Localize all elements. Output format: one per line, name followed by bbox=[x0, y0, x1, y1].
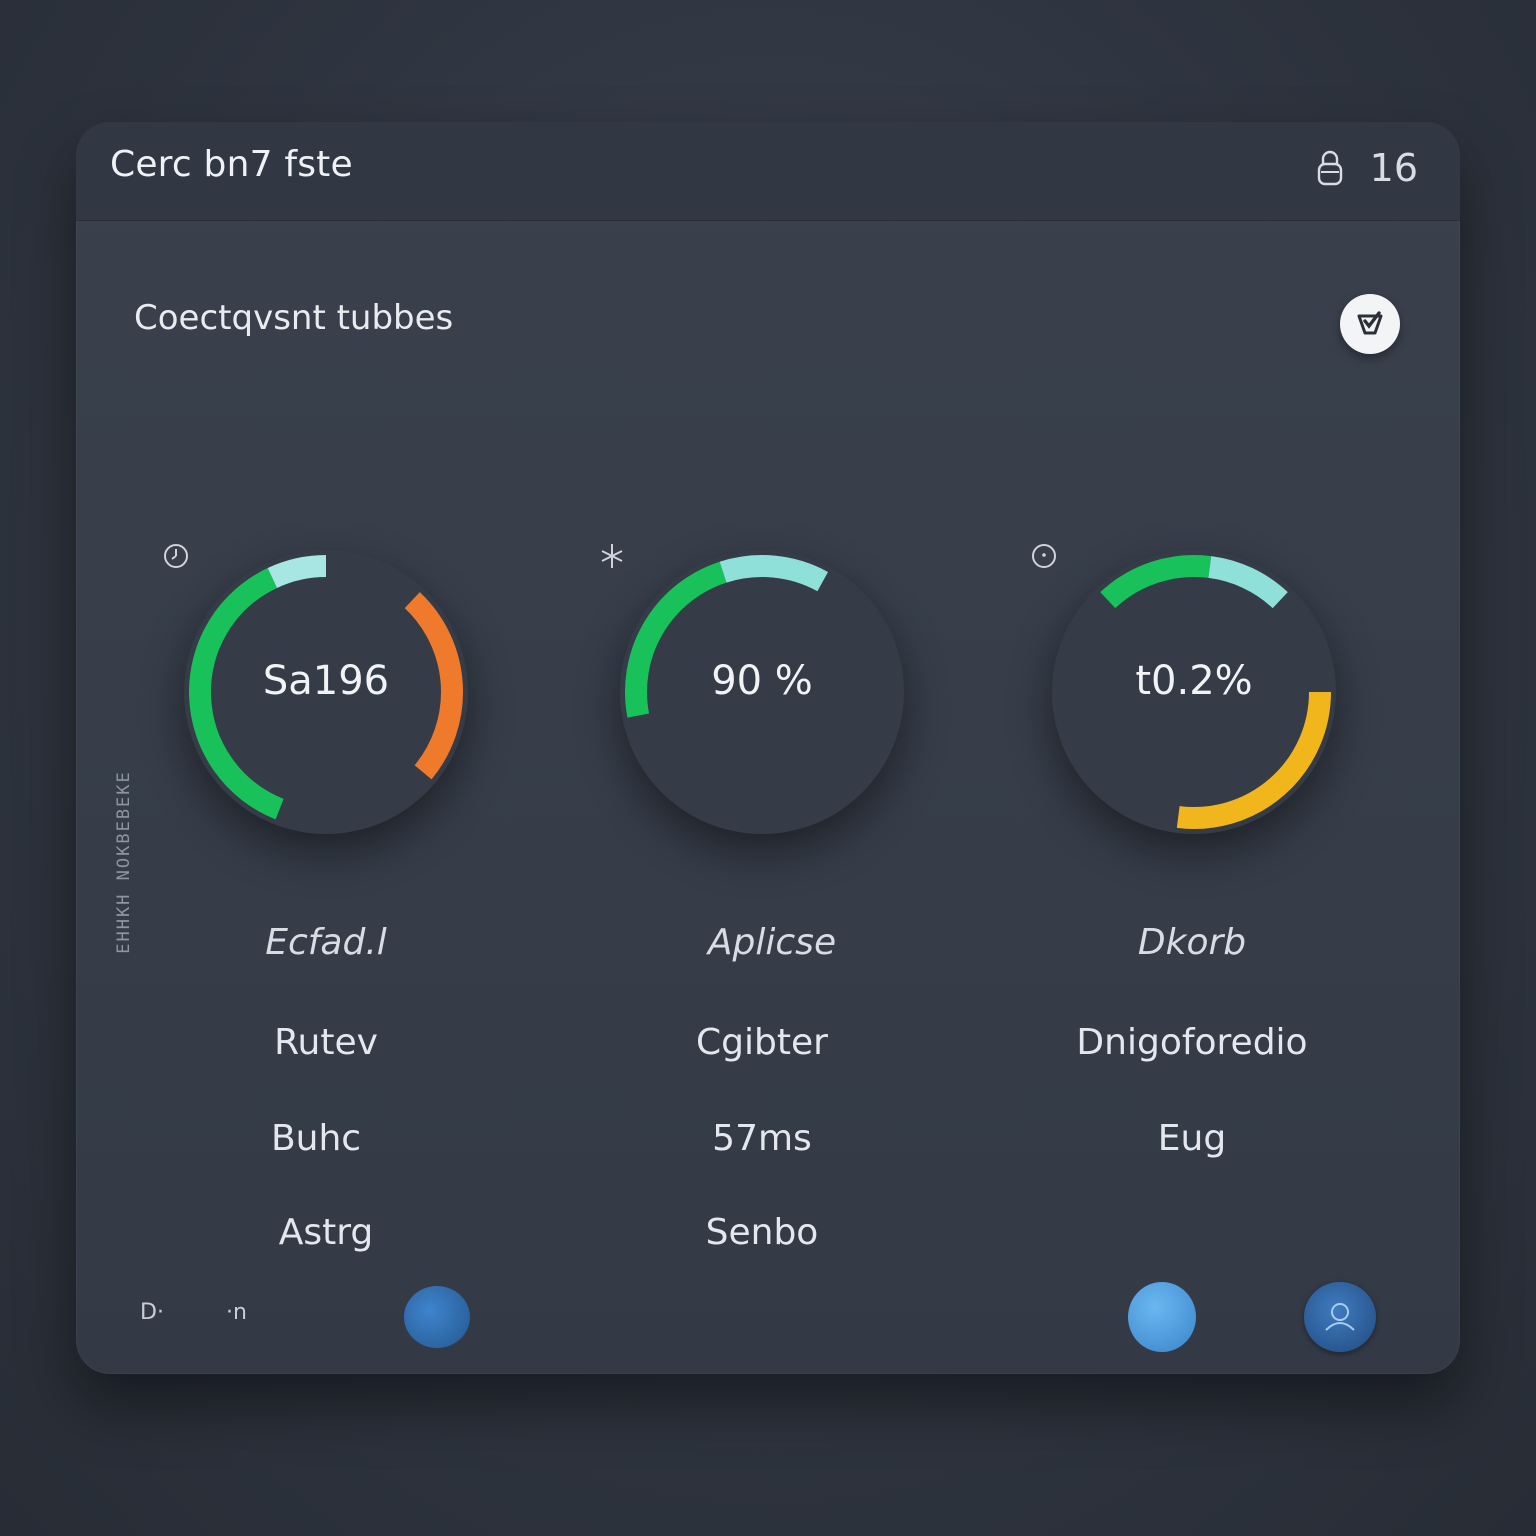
table-cell: Senbo bbox=[705, 1212, 819, 1253]
table-cell: Astrg bbox=[278, 1212, 374, 1253]
gauge-segment-1 bbox=[267, 555, 327, 589]
status-dot-right[interactable] bbox=[1128, 1282, 1196, 1352]
check-badge-button[interactable] bbox=[1340, 294, 1400, 354]
check-badge-icon bbox=[1357, 311, 1383, 335]
smile-icon bbox=[1032, 544, 1056, 568]
gauge-2: 90 % bbox=[601, 542, 912, 842]
avatar-dot[interactable] bbox=[1304, 1282, 1376, 1352]
app-title: Cerc bn7 fste bbox=[110, 144, 353, 185]
gauge-1-value: Sa196 bbox=[262, 658, 390, 704]
gauge-3: t0.2% bbox=[1032, 542, 1344, 842]
gauge-3-value: t0.2% bbox=[1135, 658, 1253, 704]
status-dot-left[interactable] bbox=[404, 1286, 470, 1348]
table-header: Dkorb bbox=[1137, 922, 1247, 963]
title-bar-controls: 16 bbox=[1316, 146, 1418, 190]
table-cell: Cgibter bbox=[696, 1022, 828, 1063]
lock-icon[interactable] bbox=[1316, 148, 1344, 188]
gauge-2-value: 90 % bbox=[711, 658, 813, 704]
section-title: Coectqvsnt tubbes bbox=[134, 298, 454, 338]
footer-label-b: ·n bbox=[226, 1300, 247, 1325]
gauge-1: Sa196 bbox=[164, 542, 476, 842]
table-header: Ecfad.l bbox=[265, 922, 387, 963]
table-cell: Rutev bbox=[274, 1022, 378, 1063]
footer-label-a: D· bbox=[140, 1300, 164, 1325]
title-counter: 16 bbox=[1369, 146, 1418, 190]
sparkle-icon bbox=[601, 544, 623, 568]
avatar-icon bbox=[1325, 1303, 1355, 1331]
table-cell: Eug bbox=[1157, 1118, 1227, 1159]
clock-icon bbox=[164, 544, 188, 568]
dashboard-panel: Cerc bn7 fste 16 Coectqvsnt tubbes EHHKH… bbox=[76, 122, 1460, 1374]
title-bar: Cerc bn7 fste 16 bbox=[76, 122, 1460, 221]
table-cell: Buhc bbox=[270, 1118, 362, 1159]
table-cell: Dnigoforedio bbox=[1076, 1022, 1308, 1063]
table-cell: 57ms bbox=[712, 1118, 812, 1159]
table-header: Aplicse bbox=[707, 922, 837, 963]
